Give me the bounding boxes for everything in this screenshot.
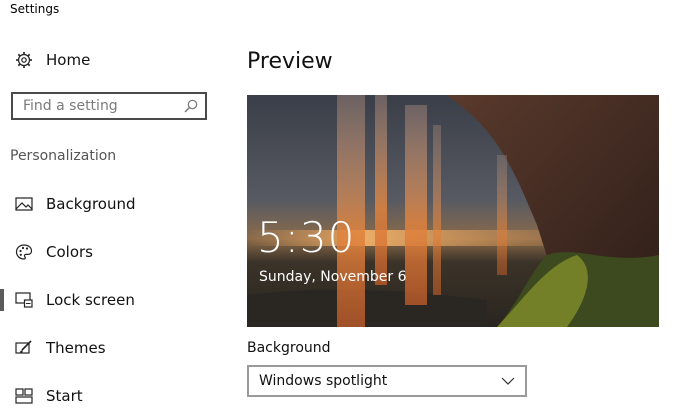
sidebar-item-label: Home bbox=[46, 51, 91, 69]
start-grid-icon bbox=[14, 386, 34, 406]
sidebar-item-themes[interactable]: Themes bbox=[0, 328, 225, 368]
background-dropdown[interactable]: Windows spotlight bbox=[247, 365, 527, 397]
sidebar-item-lock-screen[interactable]: Lock screen bbox=[0, 280, 225, 320]
lock-screen-icon bbox=[14, 290, 34, 310]
section-heading: Personalization bbox=[10, 148, 117, 164]
picture-icon bbox=[14, 194, 34, 214]
palette-icon bbox=[14, 242, 34, 262]
sidebar-item-colors[interactable]: Colors bbox=[0, 232, 225, 272]
lock-screen-date: Sunday, November 6 bbox=[259, 269, 407, 285]
sidebar-item-label: Lock screen bbox=[46, 291, 135, 309]
background-label: Background bbox=[247, 340, 331, 356]
preview-image bbox=[247, 95, 659, 327]
search-input[interactable] bbox=[13, 98, 183, 114]
lock-screen-preview: 5:30 Sunday, November 6 bbox=[247, 95, 659, 327]
brush-icon bbox=[14, 338, 34, 358]
sidebar: Home Personalization Background bbox=[0, 0, 225, 417]
page-title: Preview bbox=[247, 49, 333, 74]
search-icon[interactable] bbox=[183, 98, 199, 114]
chevron-down-icon bbox=[501, 374, 515, 388]
sidebar-item-label: Themes bbox=[46, 339, 106, 357]
sidebar-item-label: Colors bbox=[46, 243, 93, 261]
search-field[interactable] bbox=[11, 92, 207, 120]
sidebar-item-home[interactable]: Home bbox=[0, 40, 225, 80]
gear-icon bbox=[14, 50, 34, 70]
dropdown-value: Windows spotlight bbox=[259, 373, 388, 389]
sidebar-item-label: Background bbox=[46, 195, 136, 213]
lock-screen-time: 5:30 bbox=[257, 213, 356, 262]
sidebar-item-label: Start bbox=[46, 387, 83, 405]
sidebar-item-start[interactable]: Start bbox=[0, 376, 225, 416]
sidebar-item-background[interactable]: Background bbox=[0, 184, 225, 224]
